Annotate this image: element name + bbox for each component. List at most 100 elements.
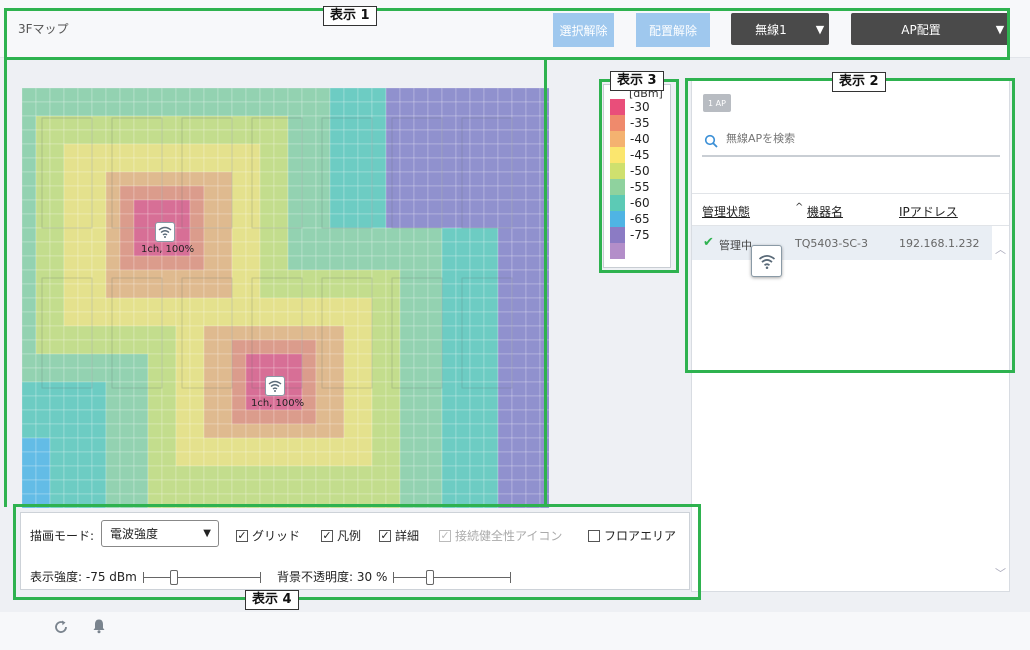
wifi-icon [268, 380, 282, 392]
strength-slider[interactable] [142, 569, 261, 585]
map-ap-label-2: 1ch, 100% [251, 398, 305, 409]
legend-value: -40 [630, 132, 650, 146]
row-device-name: TQ5403-SC-3 [795, 237, 868, 250]
heatmap [22, 88, 549, 508]
ap-count-badge: 1 AP [703, 94, 731, 112]
legend-entry: -65 [610, 211, 650, 227]
grid-check-box[interactable]: ✓ [236, 529, 248, 542]
opacity-control: 背景不透明度: 30 % [277, 568, 512, 585]
annotation-label-3: 表示 3 [610, 71, 664, 91]
map-ap-marker-1[interactable] [155, 222, 175, 242]
ap-table-header: 管理状態 ^ 機器名 IPアドレス [692, 193, 1009, 226]
ap-search-box[interactable] [702, 129, 1000, 157]
wifi-icon [758, 254, 775, 269]
caret-down-icon: ▼ [995, 22, 1005, 36]
floor-area-checkbox[interactable]: フロアエリア [588, 527, 676, 544]
caret-down-icon: ▼ [815, 22, 825, 36]
legend-swatch [610, 243, 625, 259]
wireless-band-value: 無線1 [755, 22, 787, 37]
row-ip-address: 192.168.1.232 [899, 237, 980, 250]
legend-value: -50 [630, 164, 650, 178]
wireless-band-select[interactable]: 無線1 ▼ [731, 13, 829, 45]
bell-icon[interactable] [92, 618, 106, 634]
display-options-panel: 描画モード: 電波強度 ▼ ✓ グリッド ✓ 凡例 ✓ 詳細 ✓ 接続健全性アイコン フ… [20, 512, 690, 590]
chevron-down-icon: ▼ [203, 528, 211, 539]
health-icon-checkbox: ✓ 接続健全性アイコン [439, 527, 562, 544]
detail-checkbox[interactable]: ✓ 詳細 [379, 527, 419, 544]
grid-checkbox[interactable]: ✓ グリッド [236, 527, 300, 544]
legend-swatch [610, 163, 625, 179]
column-status[interactable]: 管理状態 [702, 203, 750, 220]
draw-mode-select[interactable]: 電波強度 ▼ [101, 520, 219, 547]
ap-list-panel: 1 AP 管理状態 ^ 機器名 IPアドレス ✔ 管理中 TQ5403-SC-3… [691, 80, 1010, 592]
health-icon-label: 接続健全性アイコン [455, 529, 563, 543]
legend-entry: -45 [610, 147, 650, 163]
legend-entry: -40 [610, 131, 650, 147]
legend-value: -60 [630, 196, 650, 210]
strength-control: 表示強度: -75 dBm [30, 568, 261, 585]
check-icon: ✔ [703, 235, 714, 250]
opacity-slider-thumb[interactable] [426, 569, 435, 585]
legend-label: 凡例 [337, 529, 362, 543]
ap-placement-select[interactable]: AP配置 ▼ [851, 13, 1009, 45]
footer-bar [0, 612, 1030, 650]
scroll-up-icon[interactable]: ︿ [995, 241, 1006, 257]
wifi-icon [158, 226, 172, 238]
floor-map-canvas[interactable] [22, 88, 549, 508]
strength-slider-thumb[interactable] [170, 569, 179, 585]
legend-value: -75 [630, 228, 650, 242]
sort-asc-icon: ^ [795, 202, 804, 213]
legend-value: -30 [630, 100, 650, 114]
opacity-label: 背景不透明度: 30 % [277, 570, 388, 584]
legend-swatch [610, 147, 625, 163]
legend-value: -65 [630, 212, 650, 226]
legend-swatch [610, 195, 625, 211]
column-ip-address[interactable]: IPアドレス [899, 203, 958, 220]
column-device-name[interactable]: 機器名 [807, 203, 843, 220]
refresh-icon[interactable] [53, 619, 69, 635]
legend-entry: -50 [610, 163, 650, 179]
map-title: 3Fマップ [18, 22, 69, 36]
deselect-button[interactable]: 選択解除 [553, 13, 614, 47]
legend-value: -55 [630, 180, 650, 194]
annotation-box-1-left [4, 57, 7, 507]
table-row[interactable]: ✔ 管理中 TQ5403-SC-3 192.168.1.232 [692, 226, 992, 260]
legend-entry: -30 [610, 99, 650, 115]
dragging-ap-icon[interactable] [751, 245, 782, 277]
map-ap-label-1: 1ch, 100% [141, 244, 195, 255]
floor-area-label: フロアエリア [604, 529, 677, 543]
legend-swatch [610, 115, 625, 131]
row-status: 管理中 [719, 239, 752, 252]
health-icon-check-box: ✓ [439, 528, 451, 542]
detail-check-box[interactable]: ✓ [379, 529, 391, 542]
floor-area-check-box[interactable] [588, 529, 600, 542]
ap-search-input[interactable] [726, 132, 986, 145]
legend-value: -35 [630, 116, 650, 130]
draw-mode-value: 電波強度 [110, 527, 159, 541]
scroll-down-icon[interactable]: ﹀ [995, 565, 1006, 581]
detail-label: 詳細 [395, 529, 420, 543]
search-icon [704, 134, 718, 148]
annotation-label-1: 表示 1 [323, 6, 377, 26]
legend-entry: -35 [610, 115, 650, 131]
signal-legend: [dBm] -30 -35 -40 -45 -50 -55 -60 -65 -75 [603, 84, 671, 268]
draw-mode-label: 描画モード: [30, 529, 95, 543]
legend-checkbox[interactable]: ✓ 凡例 [321, 527, 361, 544]
opacity-slider[interactable] [393, 569, 512, 585]
legend-swatch [610, 227, 625, 243]
legend-entry [610, 243, 630, 259]
strength-label: 表示強度: -75 dBm [30, 570, 137, 584]
legend-check-box[interactable]: ✓ [321, 529, 333, 542]
unplace-button[interactable]: 配置解除 [636, 13, 710, 47]
legend-swatch [610, 179, 625, 195]
ap-placement-value: AP配置 [901, 22, 941, 37]
map-ap-marker-2[interactable] [265, 376, 285, 396]
legend-entry: -55 [610, 179, 650, 195]
legend-entry: -60 [610, 195, 650, 211]
legend-swatch [610, 211, 625, 227]
annotation-label-4: 表示 4 [245, 590, 299, 610]
legend-swatch [610, 99, 625, 115]
legend-value: -45 [630, 148, 650, 162]
annotation-label-2: 表示 2 [832, 72, 886, 92]
legend-swatch [610, 131, 625, 147]
